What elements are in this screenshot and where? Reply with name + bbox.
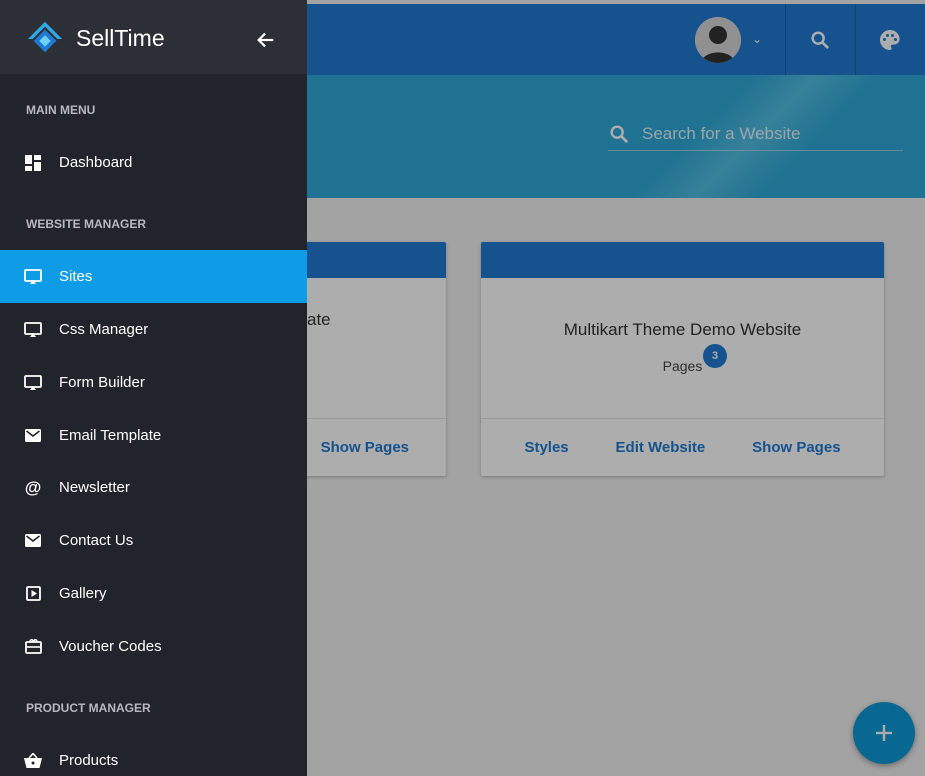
drawer-header: SellTime — [0, 0, 307, 74]
sidebar-item-contact-us[interactable]: Contact Us — [0, 514, 307, 567]
sidebar-item-label: Contact Us — [59, 532, 134, 549]
sidebar-item-gallery[interactable]: Gallery — [0, 567, 307, 620]
sidebar-item-label: Voucher Codes — [59, 638, 162, 655]
selltime-logo-icon — [27, 21, 63, 53]
dashboard-icon — [24, 154, 42, 172]
sidebar-item-label: Gallery — [59, 585, 107, 602]
basket-icon — [24, 752, 42, 770]
play-square-icon — [24, 585, 42, 603]
envelope-icon — [24, 427, 42, 445]
gift-card-icon — [24, 638, 42, 656]
sidebar-item-label: Sites — [59, 268, 93, 285]
sidebar-item-sites[interactable]: Sites — [0, 250, 307, 303]
envelope-icon — [24, 532, 42, 550]
sidebar-drawer: SellTime MAIN MENU Dashboard WEBSITE MAN… — [0, 0, 307, 776]
close-drawer-button[interactable] — [252, 26, 280, 54]
monitor-icon — [24, 374, 42, 392]
section-website-manager: WEBSITE MANAGER — [26, 217, 146, 231]
sidebar-item-email-template[interactable]: Email Template — [0, 409, 307, 462]
at-sign-icon: @ — [24, 477, 42, 497]
monitor-icon — [24, 268, 42, 286]
section-product-manager: PRODUCT MANAGER — [26, 701, 151, 715]
sidebar-item-dashboard[interactable]: Dashboard — [0, 136, 307, 189]
sidebar-item-label: Css Manager — [59, 321, 149, 338]
brand-name: SellTime — [76, 25, 165, 51]
monitor-icon — [24, 321, 42, 339]
arrow-left-icon — [257, 32, 274, 48]
sidebar-item-newsletter[interactable]: @ Newsletter — [0, 461, 307, 514]
section-main-menu: MAIN MENU — [26, 103, 96, 117]
sidebar-item-label: Email Template — [59, 427, 162, 444]
sidebar-item-voucher-codes[interactable]: Voucher Codes — [0, 620, 307, 673]
sidebar-item-products[interactable]: Products — [0, 734, 307, 776]
sidebar-item-label: Dashboard — [59, 154, 133, 171]
sidebar-item-css-manager[interactable]: Css Manager — [0, 303, 307, 356]
sidebar-item-label: Newsletter — [59, 479, 130, 496]
sidebar-item-form-builder[interactable]: Form Builder — [0, 356, 307, 409]
sidebar-item-label: Products — [59, 752, 119, 769]
sidebar-item-label: Form Builder — [59, 374, 145, 391]
